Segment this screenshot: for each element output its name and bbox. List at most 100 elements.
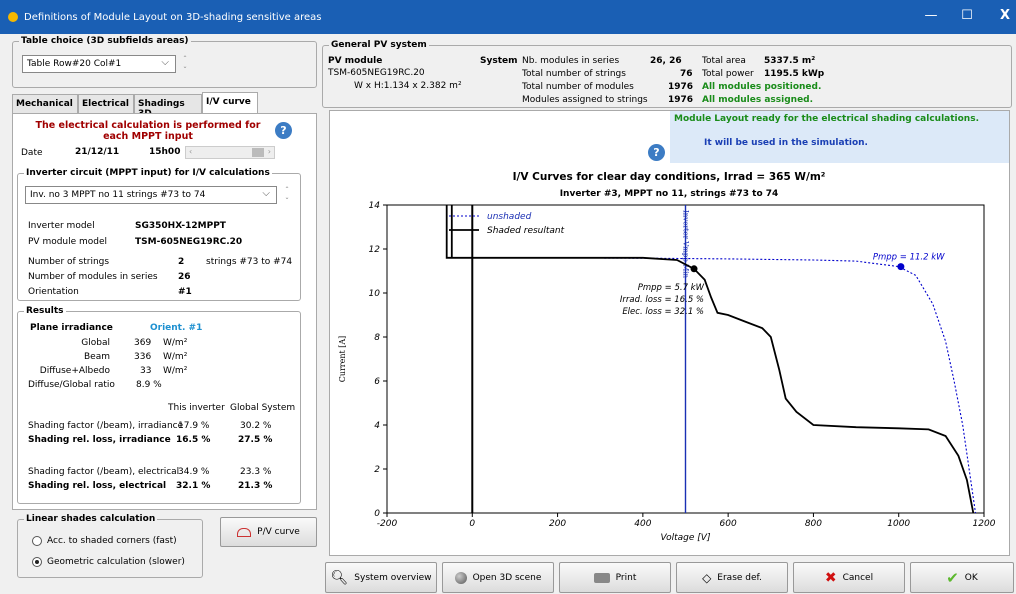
unit-label: W/m² [163,338,188,348]
total-area-value: 5337.5 m² [764,56,816,66]
modules-series-value: 26 [178,272,191,282]
tab-iv-curve[interactable]: I/V curve [202,92,258,113]
checkmark-icon: ✔ [946,568,959,587]
tab-shadings-3d[interactable]: Shadings 3D [134,94,202,119]
total-modules-value: 1976 [668,82,694,92]
inverter-model-label: Inverter model [28,221,95,231]
sl-el-this: 32.1 % [176,481,211,491]
ratio-label: Diffuse/Global ratio [28,380,115,390]
maximize-button[interactable]: ☐ [952,8,982,23]
unit-label: W/m² [163,352,188,362]
x-tick-label: 800 [805,519,822,529]
system-overview-button[interactable]: 🔍︎ System overview [325,562,437,593]
col-this-inverter: This inverter [168,403,225,413]
x-tick-label: 200 [549,519,566,529]
pv-curve-button[interactable]: P/V curve [220,517,317,547]
y-axis-label: Current [A] [338,336,347,383]
x-tick-label: 400 [634,519,651,529]
orientation-value: #1 [178,287,192,297]
y-tick-label: 8 [374,333,380,343]
ratio-value: 8.9 % [136,380,162,390]
table-spinner[interactable]: ⌃ ⌄ [180,55,190,73]
printer-icon [593,572,610,583]
system-overview-label: System overview [354,572,432,583]
inverter-circuit-value: Inv. no 3 MPPT no 11 strings #73 to 74 [30,190,206,200]
beam-label: Beam [84,352,110,362]
pv-module-model-value: TSM-605NEG19RC.20 [135,237,243,247]
chevron-down-icon: ⌵ [161,57,169,68]
date-value: 21/12/11 [75,147,120,157]
radio-geometric[interactable] [32,557,42,567]
legend-label: Shaded resultant [487,226,565,236]
unit-label: W/m² [163,366,188,376]
mpp-label: Pmpp = 11.2 kW [873,253,945,263]
minimize-button[interactable]: — [916,8,946,23]
cancel-button[interactable]: ✖ Cancel [793,562,905,593]
y-tick-label: 10 [369,289,381,299]
global-value: 369 [134,338,152,348]
sl-irr-label: Shading rel. loss, irradiance [28,435,171,445]
radio-shaded-corners[interactable] [32,536,42,546]
total-strings-value: 76 [680,69,693,79]
pv-module-model-label: PV module model [28,237,108,247]
linear-shades-group: Linear shades calculation [17,514,203,578]
window-title: Definitions of Module Layout on 3D-shadi… [24,12,322,23]
print-label: Print [615,572,637,583]
tab-electrical[interactable]: Electrical [78,94,134,113]
help-icon[interactable]: ? [648,144,665,161]
series-line-0 [472,257,977,514]
vmpp-min-label: Inverter Vmpp Min [682,210,690,279]
global-label: Global [81,338,110,348]
general-pv-legend: General PV system [331,40,427,50]
sl-el-global: 21.3 % [238,481,273,491]
open-3d-scene-button[interactable]: Open 3D scene [442,562,554,593]
status-box: Module Layout ready for the electrical s… [670,111,1009,163]
orient-label: Orient. #1 [150,323,203,333]
total-area-label: Total area [702,56,746,66]
series-line-1 [445,205,975,514]
cancel-x-icon: ✖ [824,569,837,586]
inverter-spinner[interactable]: ⌃ ⌄ [282,186,292,204]
y-tick-label: 14 [369,201,381,211]
assigned-label: Modules assigned to strings [522,95,648,105]
ok-label: OK [964,572,978,583]
title-bar: Definitions of Module Layout on 3D-shadi… [0,0,1016,34]
loss-annotation: Pmpp = 5.7 kW [638,283,705,293]
sf-el-global: 23.3 % [240,467,272,477]
total-power-label: Total power [702,69,754,79]
inverter-circuit-select[interactable]: Inv. no 3 MPPT no 11 strings #73 to 74 ⌵ [25,186,277,204]
total-modules-label: Total number of modules [522,82,634,92]
chevron-down-icon: ⌵ [262,188,270,199]
assigned-value: 1976 [668,95,694,105]
tab-mechanical[interactable]: Mechanical [12,94,78,113]
pv-module-dims: W x H:1.134 x 2.382 m² [354,81,462,91]
help-icon[interactable]: ? [275,122,292,139]
ok-button[interactable]: ✔ OK [910,562,1014,593]
status-line-2: It will be used in the simulation. [704,138,868,148]
erase-def-button[interactable]: ◇ Erase def. [676,562,788,593]
plane-irradiance-label: Plane irradiance [30,323,113,333]
sf-irr-global: 30.2 % [240,421,272,431]
strings-range: strings #73 to #74 [206,257,293,267]
x-axis-label: Voltage [V] [661,533,711,543]
x-tick-label: 0 [469,519,475,529]
diffuse-value: 33 [140,366,152,376]
inverter-circuit-legend: Inverter circuit (MPPT input) for I/V ca… [26,168,270,178]
system-label: System [480,56,518,66]
print-button[interactable]: Print [559,562,671,593]
iv-chart: I/V Curves for clear day conditions, Irr… [338,171,996,543]
date-label: Date [21,148,43,158]
close-button[interactable]: X [990,8,1016,23]
sl-el-label: Shading rel. loss, electrical [28,481,167,491]
assigned-status: All modules assigned. [702,95,814,105]
table-choice-select[interactable]: Table Row#20 Col#1 ⌵ [22,55,176,73]
col-global-system: Global System [230,403,296,413]
cancel-label: Cancel [842,572,874,583]
diffuse-label: Diffuse+Albedo [39,366,110,376]
loss-annotation: Elec. loss = 32.1 % [622,307,704,317]
app-icon [8,12,18,22]
y-tick-label: 4 [374,421,380,431]
sphere-icon [454,571,467,584]
hour-slider[interactable]: ‹ › [185,146,275,159]
table-choice-value: Table Row#20 Col#1 [27,59,122,69]
